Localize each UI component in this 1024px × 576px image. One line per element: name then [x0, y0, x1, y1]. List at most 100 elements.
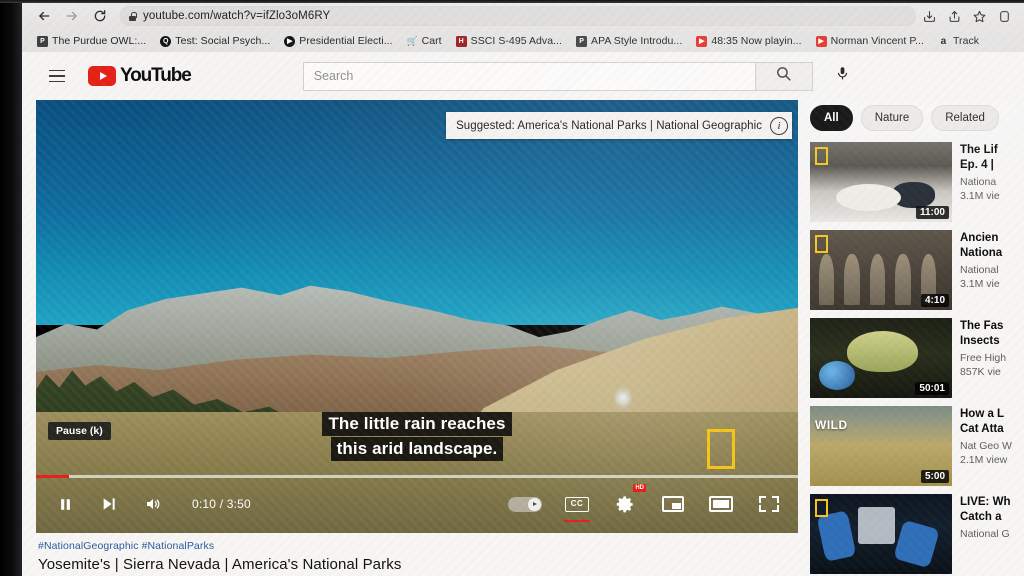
search-button[interactable]	[754, 61, 813, 91]
video-title-line-1: The Fas	[960, 320, 1004, 332]
progress-bar[interactable]	[36, 475, 798, 478]
microphone-button[interactable]	[827, 60, 859, 92]
video-channel[interactable]: National G	[960, 528, 1024, 540]
chip-all[interactable]: All	[810, 105, 853, 131]
pause-icon[interactable]	[52, 491, 78, 517]
forward-arrow-icon[interactable]	[58, 4, 86, 28]
video-info: LIVE: Wh Catch a National G	[960, 494, 1024, 574]
search-icon	[775, 65, 792, 87]
video-thumbnail[interactable]	[810, 494, 952, 574]
natgeo-watermark	[815, 235, 828, 253]
player-controls: 0:10 / 3:50 CC HD	[36, 483, 798, 525]
bookmark-item[interactable]: Q Test: Social Psych...	[153, 32, 277, 50]
list-item[interactable]: 11:00 The Lif Ep. 4 | Nationa 3.1M vie	[810, 142, 1024, 222]
video-channel[interactable]: National	[960, 264, 1024, 276]
chip-related[interactable]: Related	[931, 105, 999, 131]
monitor-photo: youtube.com/watch?v=ifZlo3oM6RY P The Pu…	[0, 0, 1024, 576]
list-item[interactable]: LIVE: Wh Catch a National G	[810, 494, 1024, 574]
harvard-shield-icon: H	[455, 35, 467, 47]
theater-box	[709, 496, 733, 512]
cc-label: CC	[570, 499, 584, 508]
bookmark-item[interactable]: P APA Style Introdu...	[569, 32, 689, 50]
video-channel[interactable]: Free High	[960, 352, 1024, 364]
video-thumbnail[interactable]: WILD 5:00	[810, 406, 952, 486]
theater-mode-icon[interactable]	[708, 491, 734, 517]
video-duration: 5:00	[920, 470, 949, 483]
video-channel[interactable]: Nat Geo W	[960, 440, 1024, 452]
info-icon[interactable]: i	[770, 116, 788, 135]
video-duration: 4:10	[920, 294, 949, 307]
back-arrow-icon[interactable]	[30, 4, 58, 28]
bookmark-item[interactable]: ▶ 48:35 Now playin...	[689, 32, 808, 50]
closed-captions-icon[interactable]: CC	[564, 491, 590, 522]
youtube-page: YouTube Search Suggested: America's Nati…	[22, 52, 1024, 576]
cart-icon: 🛒	[406, 35, 418, 46]
video-player[interactable]: Suggested: America's National Parks | Na…	[36, 100, 798, 533]
caption-line-2: this arid landscape.	[330, 436, 504, 461]
filter-chips: All Nature Related	[810, 102, 1024, 134]
bookmark-label: APA Style Introdu...	[591, 35, 683, 47]
chip-label: All	[824, 112, 839, 124]
video-meta: #NationalGeographic #NationalParks Yosem…	[36, 533, 798, 573]
bookmark-item[interactable]: H SSCI S-495 Adva...	[449, 32, 569, 50]
bookmark-star-icon[interactable]	[972, 9, 987, 24]
miniplayer-box	[662, 496, 684, 512]
video-thumbnail[interactable]: 4:10	[810, 230, 952, 310]
list-item[interactable]: WILD 5:00 How a L Cat Atta Nat Geo W 2.1…	[810, 406, 1024, 486]
bookmark-item[interactable]: P The Purdue OWL:...	[30, 32, 153, 50]
install-icon[interactable]	[922, 9, 937, 24]
chip-label: Nature	[874, 112, 910, 124]
bookmark-label: Cart	[421, 35, 442, 47]
video-title-line-1: The Lif	[960, 144, 998, 156]
next-video-icon[interactable]	[96, 491, 122, 517]
volume-icon[interactable]	[140, 491, 166, 517]
youtube-logo[interactable]: YouTube	[88, 65, 192, 87]
recommendations-sidebar: All Nature Related 11:00 The Lif Ep. 4 |…	[810, 100, 1024, 574]
bookmark-label: The Purdue OWL:...	[52, 35, 147, 47]
video-thumbnail[interactable]: 50:01	[810, 318, 952, 398]
share-icon[interactable]	[947, 9, 962, 24]
thumbnail-art	[810, 494, 952, 574]
autoplay-toggle[interactable]	[508, 496, 542, 512]
chip-label: Related	[945, 112, 985, 124]
bookmark-item[interactable]: ▶ Presidential Electi...	[277, 32, 399, 50]
hamburger-menu-icon[interactable]	[42, 61, 72, 91]
list-item[interactable]: 50:01 The Fas Insects Free High 857K vie	[810, 318, 1024, 398]
video-channel[interactable]: Nationa	[960, 176, 1024, 188]
fullscreen-icon[interactable]	[756, 491, 782, 517]
gear-icon[interactable]: HD	[612, 484, 646, 517]
lock-icon	[129, 11, 137, 21]
video-views: 3.1M vie	[960, 278, 1000, 291]
youtube-play-icon	[88, 66, 116, 86]
primary-column: Suggested: America's National Parks | Na…	[36, 100, 798, 574]
chip-nature[interactable]: Nature	[860, 105, 924, 131]
bookmark-label: Norman Vincent P...	[830, 35, 924, 47]
profile-icon[interactable]	[997, 9, 1012, 24]
quizlet-icon: Q	[160, 35, 172, 47]
video-title-line-2: Ep. 4 |	[960, 158, 994, 171]
suggested-card[interactable]: Suggested: America's National Parks | Na…	[446, 112, 792, 139]
video-hashtags[interactable]: #NationalGeographic #NationalParks	[38, 540, 796, 552]
miniplayer-icon[interactable]	[660, 491, 686, 517]
bookmark-label: Test: Social Psych...	[175, 35, 271, 47]
reload-icon[interactable]	[86, 4, 114, 28]
video-title-line-2: Catch a	[960, 510, 1002, 523]
list-item[interactable]: 4:10 Ancien Nationa National 3.1M vie	[810, 230, 1024, 310]
bookmark-item[interactable]: ▶ Norman Vincent P...	[809, 32, 931, 50]
bookmark-label: 48:35 Now playin...	[711, 35, 802, 47]
toolbar-icon-group	[922, 9, 1016, 24]
player-controls-right: CC HD	[508, 484, 782, 522]
video-thumbnail[interactable]: 11:00	[810, 142, 952, 222]
video-info: The Fas Insects Free High 857K vie	[960, 318, 1024, 398]
recommendation-list: 11:00 The Lif Ep. 4 | Nationa 3.1M vie 4…	[810, 142, 1024, 574]
bookmark-item[interactable]: 🛒 Cart	[400, 32, 449, 50]
search-input[interactable]: Search	[302, 61, 755, 91]
time-display: 0:10 / 3:50	[192, 497, 251, 511]
browser-toolbar: youtube.com/watch?v=ifZlo3oM6RY	[22, 2, 1024, 30]
address-bar[interactable]: youtube.com/watch?v=ifZlo3oM6RY	[120, 6, 916, 26]
video-info: How a L Cat Atta Nat Geo W 2.1M view	[960, 406, 1024, 486]
browser-chrome: youtube.com/watch?v=ifZlo3oM6RY P The Pu…	[22, 2, 1024, 52]
video-title-line-1: LIVE: Wh	[960, 496, 1011, 508]
bookmark-item[interactable]: a Track	[931, 32, 986, 50]
suggested-label: Suggested: America's National Parks | Na…	[456, 119, 762, 132]
